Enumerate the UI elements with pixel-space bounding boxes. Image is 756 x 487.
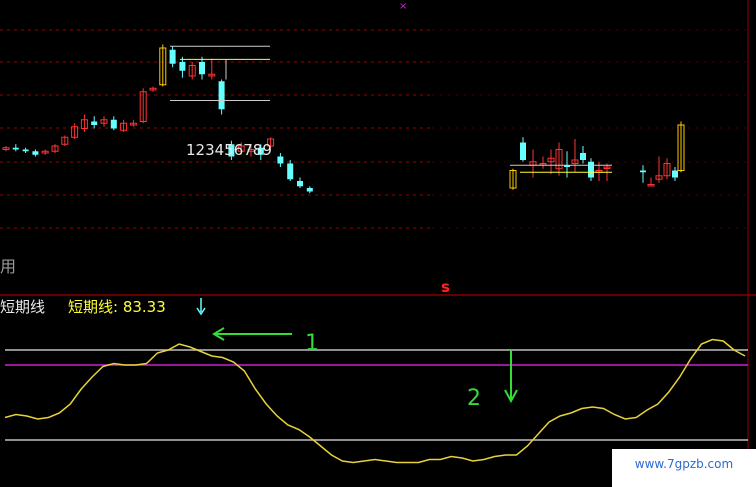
candle bbox=[110, 119, 117, 129]
candle bbox=[297, 181, 303, 187]
marker-2: 2 bbox=[467, 386, 481, 411]
left-arrow-icon bbox=[212, 327, 292, 341]
candle bbox=[169, 49, 176, 64]
candle bbox=[287, 163, 294, 180]
down-arrow-icon bbox=[196, 298, 206, 316]
side-label: 用 bbox=[0, 257, 16, 276]
candle-right bbox=[520, 142, 526, 160]
candle bbox=[32, 151, 39, 155]
marker-1: 1 bbox=[305, 331, 319, 356]
candle-right bbox=[580, 153, 586, 160]
top-mark: × bbox=[399, 1, 407, 12]
down-green-arrow-icon bbox=[504, 350, 518, 404]
candle bbox=[12, 147, 19, 150]
candlestick-series bbox=[2, 44, 685, 194]
price-grid bbox=[0, 29, 748, 229]
candle-right bbox=[640, 170, 646, 173]
candle bbox=[179, 62, 186, 71]
candle bbox=[218, 81, 225, 110]
chart-canvas: 123456789 用 s × 短期线 短期线: 83.33 1 2 bbox=[0, 0, 756, 487]
candle bbox=[306, 188, 313, 192]
candle bbox=[22, 149, 29, 152]
candle bbox=[91, 121, 98, 125]
oscillator-line bbox=[4, 338, 746, 464]
price-markers: 123456789 bbox=[186, 141, 272, 159]
candle-right bbox=[588, 161, 594, 178]
indicator-value-label: 短期线: 83.33 bbox=[68, 298, 166, 316]
indicator-name: 短期线 bbox=[0, 298, 45, 316]
watermark: www.7gpzb.com bbox=[612, 449, 756, 487]
candle bbox=[277, 156, 284, 164]
signal-letter: s bbox=[441, 278, 450, 296]
candle bbox=[199, 62, 205, 75]
candle-right bbox=[672, 170, 678, 178]
